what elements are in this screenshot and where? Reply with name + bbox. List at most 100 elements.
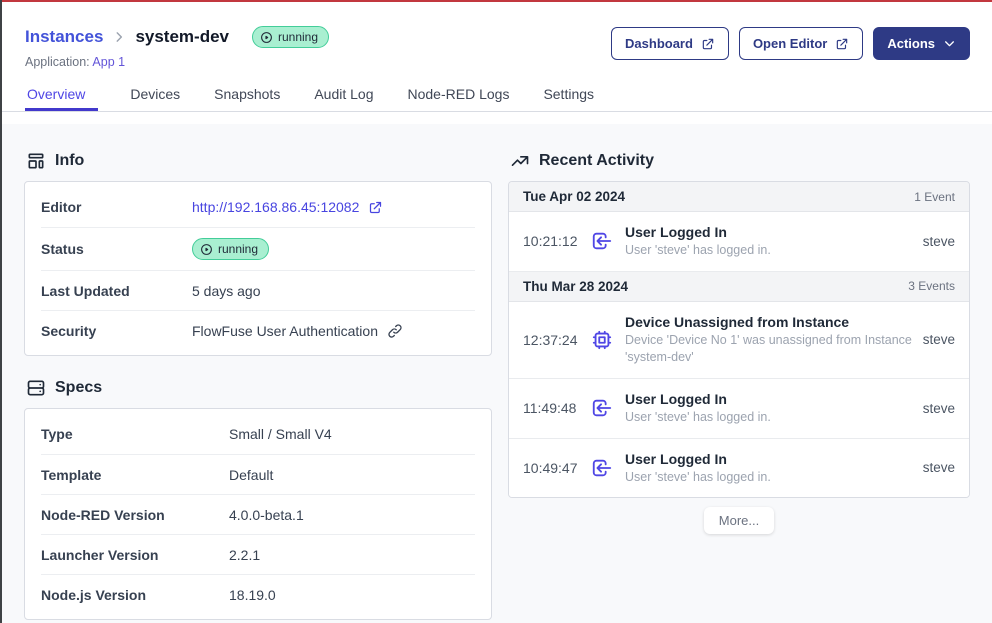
status-badge: running [192, 238, 269, 260]
event-time: 10:21:12 [523, 233, 587, 249]
status-badge: running [252, 26, 329, 48]
specs-card: TypeSmall / Small V4TemplateDefaultNode-… [24, 408, 492, 620]
application-link[interactable]: App 1 [92, 55, 125, 69]
header-actions: Dashboard Open Editor Actions [611, 27, 970, 60]
info-row-value: http://192.168.86.45:12082 [192, 199, 383, 215]
specs-value: 18.19.0 [229, 587, 276, 603]
specs-row: Launcher Version2.2.1 [41, 534, 475, 574]
editor-url-link[interactable]: http://192.168.86.45:12082 [192, 199, 359, 215]
play-circle-icon [200, 243, 213, 256]
activity-date: Tue Apr 02 2024 [523, 189, 625, 204]
open-editor-button[interactable]: Open Editor [739, 27, 863, 60]
specs-section-header: Specs [26, 378, 492, 398]
tab-snapshots[interactable]: Snapshots [212, 86, 282, 111]
info-section-header: Info [26, 151, 492, 171]
info-row: Last Updated5 days ago [41, 270, 475, 310]
specs-row-value: 2.2.1 [229, 547, 260, 563]
specs-row-value: 4.0.0-beta.1 [229, 507, 304, 523]
tab-bar: Overview Devices Snapshots Audit Log Node-RE… [25, 86, 992, 111]
event-time: 10:49:47 [523, 460, 587, 476]
chip-icon [591, 329, 613, 351]
activity-event-row: 11:49:48User Logged InUser 'steve' has l… [509, 379, 969, 439]
specs-value: Small / Small V4 [229, 426, 332, 442]
specs-row: TemplateDefault [41, 454, 475, 494]
tab-overview[interactable]: Overview [25, 86, 98, 111]
trending-up-icon [510, 151, 530, 171]
info-card: Editorhttp://192.168.86.45:12082 Status ru… [24, 181, 492, 356]
tab-audit-log[interactable]: Audit Log [312, 86, 375, 111]
info-row-value: FlowFuse User Authentication [192, 323, 403, 339]
external-link-icon [701, 37, 715, 51]
activity-date: Thu Mar 28 2024 [523, 279, 628, 294]
chevron-down-icon [943, 37, 956, 50]
activity-section-header: Recent Activity [510, 151, 970, 171]
info-value: 5 days ago [192, 283, 261, 299]
top-accent-bar [0, 0, 992, 2]
main-content: Info Editorhttp://192.168.86.45:12082Sta… [0, 124, 992, 623]
server-icon [26, 378, 46, 398]
specs-row: Node-RED Version4.0.0-beta.1 [41, 494, 475, 534]
link-icon [387, 323, 403, 339]
activity-event-count: 1 Event [914, 190, 955, 204]
specs-row: TypeSmall / Small V4 [41, 414, 475, 454]
info-row: Editorhttp://192.168.86.45:12082 [41, 187, 475, 227]
tab-settings[interactable]: Settings [541, 86, 596, 111]
more-button[interactable]: More... [704, 507, 774, 534]
left-column: Info Editorhttp://192.168.86.45:12082Sta… [24, 124, 492, 620]
info-section-title: Info [55, 152, 84, 170]
event-title: User Logged In [625, 391, 913, 407]
activity-event-count: 3 Events [908, 279, 955, 293]
info-row: SecurityFlowFuse User Authentication [41, 310, 475, 350]
event-description: User 'steve' has logged in. [625, 242, 913, 259]
tab-node-red-logs[interactable]: Node-RED Logs [406, 86, 512, 111]
event-user: steve [923, 460, 955, 475]
event-title: User Logged In [625, 451, 913, 467]
info-row-label: Last Updated [41, 283, 192, 299]
application-label: Application: [25, 55, 90, 69]
tab-bar-wrap: Overview Devices Snapshots Audit Log Node-RE… [0, 69, 992, 112]
event-time: 12:37:24 [523, 332, 587, 348]
info-row-value: 5 days ago [192, 283, 261, 299]
specs-row-value: Default [229, 467, 273, 483]
info-row: Status running [41, 227, 475, 270]
specs-value: 4.0.0-beta.1 [229, 507, 304, 523]
breadcrumb-instances-link[interactable]: Instances [25, 27, 103, 47]
info-row-value: running [192, 238, 269, 260]
event-body: User Logged In User 'steve' has logged in… [625, 224, 923, 259]
external-link-icon [835, 37, 849, 51]
play-circle-icon [260, 31, 273, 44]
event-user: steve [923, 234, 955, 249]
chevron-right-icon [112, 30, 126, 44]
info-row-label: Security [41, 323, 192, 339]
event-time: 11:49:48 [523, 400, 587, 416]
external-link-icon[interactable] [368, 200, 383, 215]
event-title: Device Unassigned from Instance [625, 314, 913, 330]
template-icon [26, 151, 46, 171]
right-column: Recent Activity Tue Apr 02 2024 1 Event 10… [508, 124, 970, 534]
page-header: Instances system-dev running Dashboard O… [0, 0, 992, 69]
tab-devices[interactable]: Devices [128, 86, 182, 111]
specs-value: 2.2.1 [229, 547, 260, 563]
activity-event-row: 10:21:12 User Logged In User 'steve' has l… [509, 212, 969, 272]
login-icon [591, 230, 613, 252]
login-icon [591, 397, 613, 419]
specs-row-value: Small / Small V4 [229, 426, 332, 442]
activity-section-title: Recent Activity [539, 152, 654, 170]
info-row-label: Editor [41, 199, 192, 215]
event-user: steve [923, 332, 955, 347]
security-value: FlowFuse User Authentication [192, 323, 378, 339]
info-row-label: Status [41, 241, 192, 257]
actions-button[interactable]: Actions [873, 27, 970, 60]
dashboard-button-label: Dashboard [625, 36, 693, 51]
status-badge-label: running [278, 30, 318, 44]
activity-card: Tue Apr 02 2024 1 Event 10:21:12 User Logge… [508, 181, 970, 498]
window-left-edge [0, 0, 2, 623]
event-title: User Logged In [625, 224, 913, 240]
login-icon [591, 457, 613, 479]
activity-date-header: Tue Apr 02 2024 1 Event [509, 182, 969, 212]
dashboard-button[interactable]: Dashboard [611, 27, 729, 60]
specs-row-label: Type [41, 426, 229, 442]
event-description: Device 'Device No 1' was unassigned from… [625, 332, 913, 366]
status-badge-label: running [218, 242, 258, 256]
specs-row-label: Node-RED Version [41, 507, 229, 523]
